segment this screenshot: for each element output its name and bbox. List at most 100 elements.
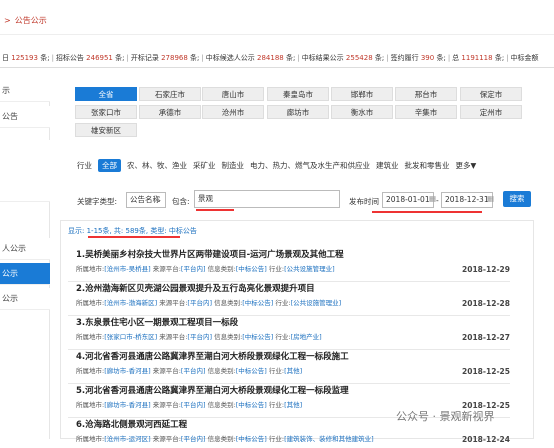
city-option[interactable]: 保定市 (460, 87, 522, 101)
city-option[interactable]: 承德市 (139, 105, 201, 119)
industry-item[interactable]: 农、林、牧、渔业 (127, 160, 187, 171)
city-option[interactable]: 邢台市 (395, 87, 457, 101)
city-option[interactable]: 沧州市 (202, 105, 264, 119)
meta-label: 所属地市: (76, 299, 105, 307)
sidebar-item[interactable] (0, 180, 50, 202)
stat-label: 中标候选人公示 (205, 53, 255, 62)
meta-value: [沧州市-渤海新区] (104, 299, 158, 307)
result-meta: 所属地市:[沧州市-吴桥县] 来源平台:[平台内] 信息类别:[中标公告] 行业… (76, 263, 335, 273)
date-from-input[interactable]: 2018-01-01 (382, 192, 434, 208)
stat-unit: 条; (494, 53, 505, 62)
stat-item: 开标记录 278968 条; (131, 53, 200, 63)
city-option[interactable]: 邯郸市 (331, 87, 393, 101)
meta-value: [中标公告] (235, 265, 267, 273)
result-meta: 所属地市:[沧州市-运河区] 来源平台:[平台内] 信息类别:[中标公告] 行业… (76, 433, 374, 443)
industry-item[interactable]: 制造业 (222, 160, 245, 171)
result-title-link[interactable]: 1.吴桥美丽乡村杂技大世界片区两带建设项目-运河广场景观及其他工程 (76, 248, 344, 260)
chevron-down-icon: ⌄ (155, 195, 162, 204)
contains-value: 景观 (198, 194, 213, 203)
meta-value: [中标公告] (242, 333, 274, 341)
meta-label: 行业: (268, 435, 285, 443)
stat-item: 总 1191118 条; (452, 53, 504, 63)
city-option[interactable]: 张家口市 (75, 105, 137, 119)
meta-label: 行业: (275, 333, 291, 341)
search-button[interactable]: 搜索 (503, 191, 531, 207)
result-title-link[interactable]: 4.河北省香河县通唐公路冀津界至潮白河大桥段景观绿化工程一标段施工 (76, 350, 349, 362)
keyword-type-select[interactable]: 公告名称 ⌄ (126, 192, 166, 208)
stat-item: 日 125193 条; (2, 53, 50, 63)
result-row: 3.东泉景住宅小区一期景观工程项目一标段所属地市:[张家口市-桥东区] 来源平台… (68, 316, 510, 346)
sidebar-item[interactable]: 人公示 (0, 238, 50, 260)
meta-label: 信息类别: (207, 435, 236, 443)
sidebar-item[interactable]: 示 (0, 80, 50, 102)
city-option[interactable]: 定州市 (460, 105, 522, 119)
result-title-link[interactable]: 5.河北省香河县通唐公路冀津界至潮白河大桥段景观绿化工程一标段监理 (76, 384, 349, 396)
industry-item[interactable]: 采矿业 (193, 160, 216, 171)
result-title-link[interactable]: 3.东泉景住宅小区一期景观工程项目一标段 (76, 316, 238, 328)
industry-item[interactable]: 电力、热力、燃气及水生产和供应业 (250, 160, 370, 171)
breadcrumb-separator: > (4, 16, 11, 25)
industry-more-button[interactable]: 更多▼ (456, 160, 477, 171)
sidebar-item[interactable]: 公示 (0, 263, 50, 285)
result-info: 显示: 1-15条, 共: 589条, 类型: 中标公告 (68, 227, 197, 235)
meta-value: [平台内] (180, 435, 206, 443)
meta-value: [平台内] (187, 333, 212, 341)
meta-label: 信息类别: (207, 265, 236, 273)
stat-item: 中标候选人公示 284188 条; (206, 53, 296, 63)
city-option[interactable]: 廊坊市 (267, 105, 329, 119)
calendar-icon[interactable]: ▦ (487, 194, 494, 203)
city-option[interactable]: 雄安新区 (75, 123, 137, 137)
watermark: 公众号 · 景观新视界 (396, 410, 495, 423)
result-title-link[interactable]: 6.沧海路北侧景观河西延工程 (76, 418, 187, 430)
stat-label: 签约履行 (390, 53, 419, 62)
meta-value: [其他] (284, 401, 303, 409)
meta-label: 来源平台: (152, 401, 181, 409)
meta-value: [平台内] (180, 265, 206, 273)
stat-value: 246951 (86, 53, 113, 62)
city-option[interactable]: 衡水市 (331, 105, 393, 119)
sidebar-item[interactable]: 公示 (0, 288, 50, 310)
date-separator: - (436, 196, 439, 205)
result-title-link[interactable]: 2.沧州渤海新区贝壳湖公园景观提升及五行岛亮化景观提升项目 (76, 282, 315, 294)
meta-label: 来源平台: (152, 265, 181, 273)
meta-label: 行业: (275, 299, 291, 307)
sidebar-item[interactable] (0, 160, 50, 182)
result-date: 2018-12-25 (462, 367, 510, 376)
meta-value: [中标公告] (235, 435, 267, 443)
meta-label: 行业: (268, 401, 285, 409)
date-to-input[interactable]: 2018-12-31 (441, 192, 493, 208)
contains-input[interactable]: 景观 (194, 190, 340, 208)
breadcrumb: > 公告公示 (0, 7, 554, 35)
meta-label: 来源平台: (159, 333, 188, 341)
city-option[interactable]: 全省 (75, 87, 137, 101)
stat-unit: 条; (436, 53, 446, 62)
result-meta: 所属地市:[廊坊市-香河县] 来源平台:[平台内] 信息类别:[中标公告] 行业… (76, 365, 302, 375)
industry-items: 农、林、牧、渔业 采矿业 制造业 电力、热力、燃气及水生产和供应业 建筑业 批发和零售业 (127, 160, 456, 171)
industry-item[interactable]: 批发和零售业 (405, 160, 450, 171)
meta-label: 来源平台: (159, 299, 188, 307)
highlight-underline (372, 211, 482, 213)
meta-label: 行业: (268, 265, 285, 273)
stat-unit: 条; (40, 53, 50, 62)
sidebar-item[interactable]: 公告 (0, 106, 50, 128)
industry-item[interactable]: 建筑业 (376, 160, 399, 171)
result-date: 2018-12-28 (462, 299, 510, 308)
city-option[interactable]: 秦皇岛市 (267, 87, 329, 101)
meta-label: 所属地市: (76, 265, 105, 273)
stat-label: 总 (452, 53, 460, 62)
stat-item: 中标结果公示 255428 条; (302, 53, 385, 63)
meta-value: [其他] (284, 367, 303, 375)
meta-value: [平台内] (180, 401, 206, 409)
sidebar-item[interactable] (0, 140, 50, 162)
city-option[interactable]: 辛集市 (395, 105, 457, 119)
city-option[interactable]: 唐山市 (202, 87, 264, 101)
stat-label: 开标记录 (130, 53, 159, 62)
stat-separator: | (447, 53, 451, 62)
meta-label: 所属地市: (76, 333, 105, 341)
city-option[interactable]: 石家庄市 (139, 87, 201, 101)
industry-item-all[interactable]: 全部 (98, 158, 121, 172)
stat-item: 中标金额 (511, 53, 539, 63)
meta-label: 来源平台: (152, 367, 181, 375)
result-meta: 所属地市:[张家口市-桥东区] 来源平台:[平台内] 信息类别:[中标公告] 行… (76, 331, 322, 341)
breadcrumb-current[interactable]: 公告公示 (15, 15, 47, 26)
